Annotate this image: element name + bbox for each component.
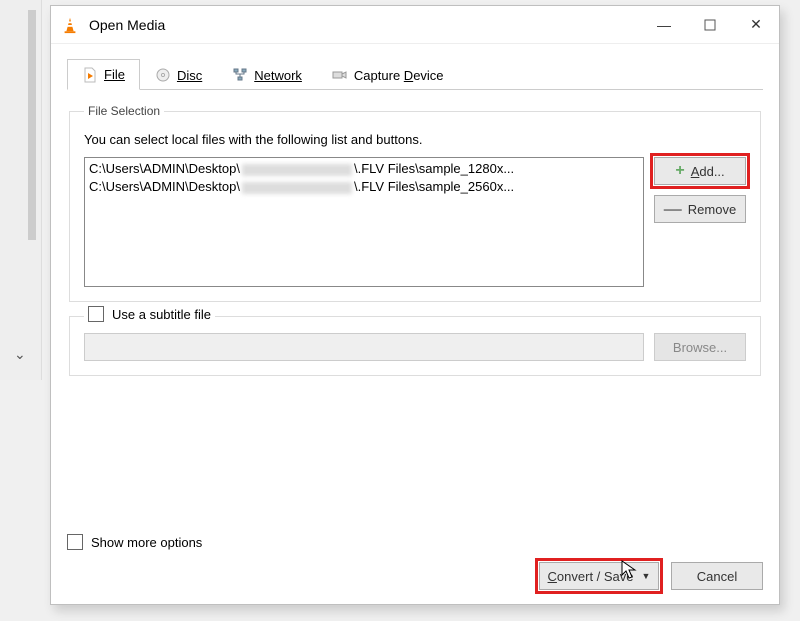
remove-button[interactable]: — Remove — [654, 195, 746, 223]
file-selection-hint: You can select local files with the foll… — [84, 132, 746, 147]
mouse-cursor-icon — [621, 560, 637, 580]
close-button[interactable]: ✕ — [733, 6, 779, 44]
tab-disc-label: Disc — [177, 68, 202, 83]
add-button[interactable]: + Add... — [654, 157, 746, 185]
file-list[interactable]: C:\Users\ADMIN\Desktop\\.FLV Files\sampl… — [84, 157, 644, 287]
browse-button-label: Browse... — [673, 340, 727, 355]
list-item[interactable]: C:\Users\ADMIN\Desktop\\.FLV Files\sampl… — [89, 160, 639, 178]
tab-capture[interactable]: Capture Device — [317, 59, 459, 90]
tab-file-label: File — [104, 67, 125, 82]
disc-icon — [155, 67, 171, 83]
subtitle-path-input — [84, 333, 644, 361]
capture-icon — [332, 67, 348, 83]
network-icon — [232, 67, 248, 83]
file-selection-legend: File Selection — [84, 104, 164, 118]
file-icon — [82, 67, 98, 83]
file-selection-group: File Selection You can select local file… — [69, 104, 761, 302]
subtitle-group: Use a subtitle file Browse... — [69, 316, 761, 376]
redacted-segment — [242, 182, 352, 194]
dropdown-arrow-icon: ▼ — [642, 571, 651, 581]
redacted-segment — [242, 164, 352, 176]
cancel-button[interactable]: Cancel — [671, 562, 763, 590]
vlc-cone-icon — [61, 16, 79, 34]
tab-bar: File Disc Network Capture Device — [67, 58, 763, 90]
plus-icon: + — [675, 163, 684, 179]
tab-file[interactable]: File — [67, 59, 140, 90]
tab-network-label: Network — [254, 68, 302, 83]
add-button-label: Add... — [691, 164, 725, 179]
window-title: Open Media — [89, 17, 641, 33]
convert-save-button[interactable]: Convert / Save ▼ — [539, 562, 659, 590]
background-sidebar: ⌄ — [0, 0, 42, 380]
subtitle-checkbox-label: Use a subtitle file — [112, 307, 211, 322]
cancel-label: Cancel — [697, 569, 737, 584]
show-more-label: Show more options — [91, 535, 202, 550]
open-media-dialog: Open Media — ✕ File Disc — [50, 5, 780, 605]
tab-capture-label: Capture Device — [354, 68, 444, 83]
maximize-button[interactable] — [687, 6, 733, 44]
tab-disc[interactable]: Disc — [140, 59, 217, 90]
titlebar: Open Media — ✕ — [51, 6, 779, 44]
scrollbar-stub — [28, 10, 36, 240]
list-item[interactable]: C:\Users\ADMIN\Desktop\\.FLV Files\sampl… — [89, 178, 639, 196]
subtitle-checkbox[interactable] — [88, 306, 104, 322]
chevron-down-icon: ⌄ — [14, 346, 26, 363]
tab-network[interactable]: Network — [217, 59, 317, 90]
show-more-checkbox[interactable] — [67, 534, 83, 550]
browse-button: Browse... — [654, 333, 746, 361]
minimize-button[interactable]: — — [641, 6, 687, 44]
remove-button-label: Remove — [688, 202, 736, 217]
